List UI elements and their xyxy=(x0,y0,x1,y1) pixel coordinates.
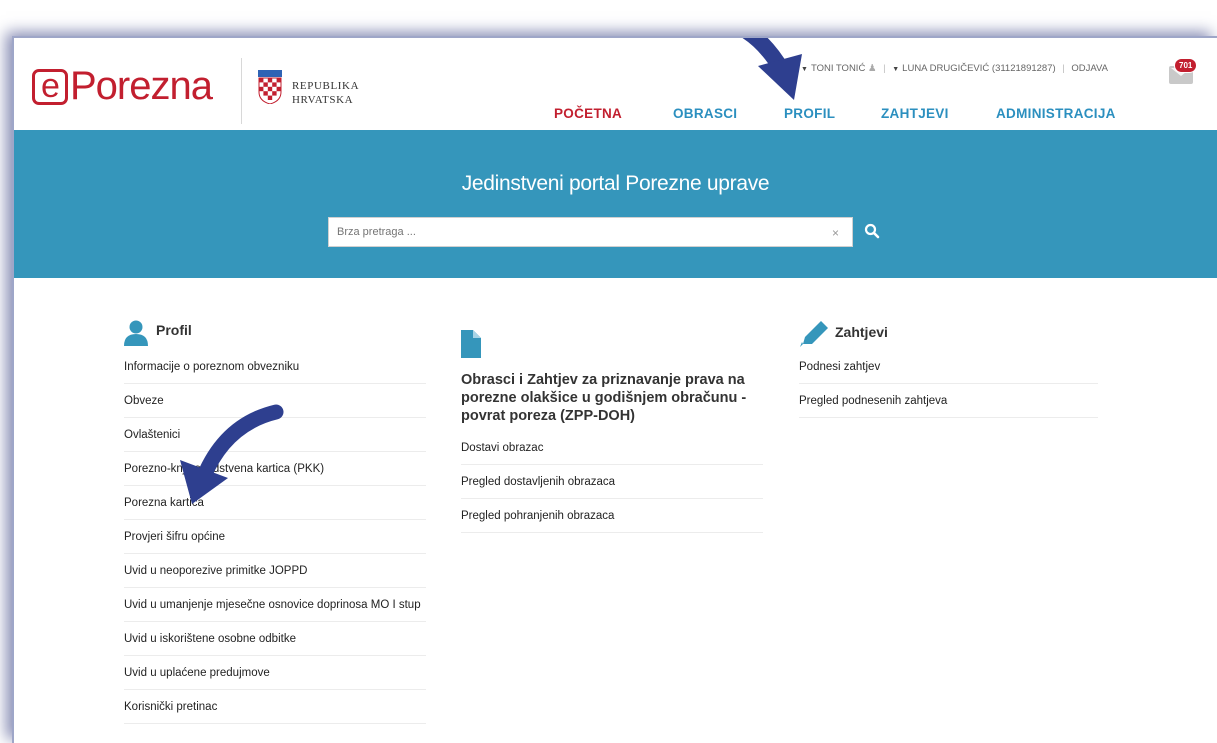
obrasci-link[interactable]: Dostavi obrazac xyxy=(461,431,763,465)
current-user-link[interactable]: TONI TONIĆ xyxy=(811,63,865,74)
croatia-coat-of-arms-icon xyxy=(258,70,282,104)
profil-section: Profil Informacije o poreznom obvezniku O… xyxy=(124,320,426,724)
menu-separator: | xyxy=(1062,63,1065,74)
profil-link[interactable]: Provjeri šifru općine xyxy=(124,520,426,554)
zahtjevi-heading: Zahtjevi xyxy=(799,320,1098,350)
obrasci-links: Dostavi obrazac Pregled dostavljenih obra… xyxy=(461,431,763,533)
profil-link[interactable]: Porezna kartica xyxy=(124,486,426,520)
nav-pocetna[interactable]: POČETNA xyxy=(554,106,623,132)
nav-administracija[interactable]: ADMINISTRACIJA xyxy=(996,106,1116,132)
logo-e-mark: e xyxy=(32,69,68,105)
obrasci-section: Obrasci i Zahtjev za priznavanje prava n… xyxy=(461,330,763,533)
profil-link[interactable]: Porezno-knjigovodstvena kartica (PKK) xyxy=(124,452,426,486)
profil-link[interactable]: Uvid u iskorištene osobne odbitke xyxy=(124,622,426,656)
portal-title: Jedinstveni portal Porezne uprave xyxy=(461,172,770,195)
republika-hrvatska-label: REPUBLIKA HRVATSKA xyxy=(292,80,360,106)
notification-badge: 701 xyxy=(1174,58,1198,73)
zahtjevi-link[interactable]: Pregled podnesenih zahtjeva xyxy=(799,384,1098,418)
user-icon: ♟ xyxy=(867,63,877,74)
user-menu: ▼ TONI TONIĆ ♟ | ▼ LUNA DRUGIČEVIĆ (311218… xyxy=(801,63,1108,74)
zahtjevi-section: Zahtjevi Podnesi zahtjev Pregled podnesen… xyxy=(799,320,1098,418)
logo-wordmark: Porezna xyxy=(70,64,213,108)
pencil-icon xyxy=(800,321,828,347)
profil-links: Informacije o poreznom obvezniku Obveze Ov… xyxy=(124,350,426,724)
obrasci-link[interactable]: Pregled dostavljenih obrazaca xyxy=(461,465,763,499)
profil-link[interactable]: Ovlaštenici xyxy=(124,418,426,452)
main-nav: POČETNA OBRASCI PROFIL ZAHTJEVI ADMINIST… xyxy=(14,106,1217,132)
zahtjevi-link[interactable]: Podnesi zahtjev xyxy=(799,350,1098,384)
zahtjevi-links: Podnesi zahtjev Pregled podnesenih zahtje… xyxy=(799,350,1098,418)
profil-link[interactable]: Uvid u uplaćene predujmove xyxy=(124,656,426,690)
caret-down-icon: ▼ xyxy=(892,66,900,73)
hero-banner: Jedinstveni portal Porezne uprave × xyxy=(14,130,1217,278)
user-icon xyxy=(124,320,148,346)
represented-entity-link[interactable]: LUNA DRUGIČEVIĆ (31121891287) xyxy=(902,63,1055,74)
nav-zahtjevi[interactable]: ZAHTJEVI xyxy=(881,106,949,132)
search-icon[interactable] xyxy=(864,223,880,239)
profil-link[interactable]: Uvid u neoporezive primitke JOPPD xyxy=(124,554,426,588)
eporezna-logo[interactable]: e Porezna xyxy=(32,64,213,109)
nav-obrasci[interactable]: OBRASCI xyxy=(673,106,737,132)
nav-profil[interactable]: PROFIL xyxy=(784,106,835,132)
search-input[interactable] xyxy=(328,217,853,247)
profil-link[interactable]: Obveze xyxy=(124,384,426,418)
obrasci-link[interactable]: Pregled pohranjenih obrazaca xyxy=(461,499,763,533)
caret-down-icon: ▼ xyxy=(801,66,808,73)
menu-separator: | xyxy=(883,63,886,74)
profil-link[interactable]: Informacije o poreznom obvezniku xyxy=(124,350,426,384)
profil-link[interactable]: Uvid u umanjenje mjesečne osnovice dopri… xyxy=(124,588,426,622)
profil-heading: Profil xyxy=(124,320,426,350)
browser-page: e Porezna REPUBLIKA HRVATSKA ▼ TONI TONIĆ ♟… xyxy=(12,36,1217,743)
document-icon xyxy=(461,330,481,358)
profil-link[interactable]: Korisnički pretinac xyxy=(124,690,426,724)
logout-link[interactable]: ODJAVA xyxy=(1071,63,1108,74)
obrasci-heading: Obrasci i Zahtjev za priznavanje prava n… xyxy=(461,372,747,424)
clear-search-icon[interactable]: × xyxy=(832,226,839,240)
